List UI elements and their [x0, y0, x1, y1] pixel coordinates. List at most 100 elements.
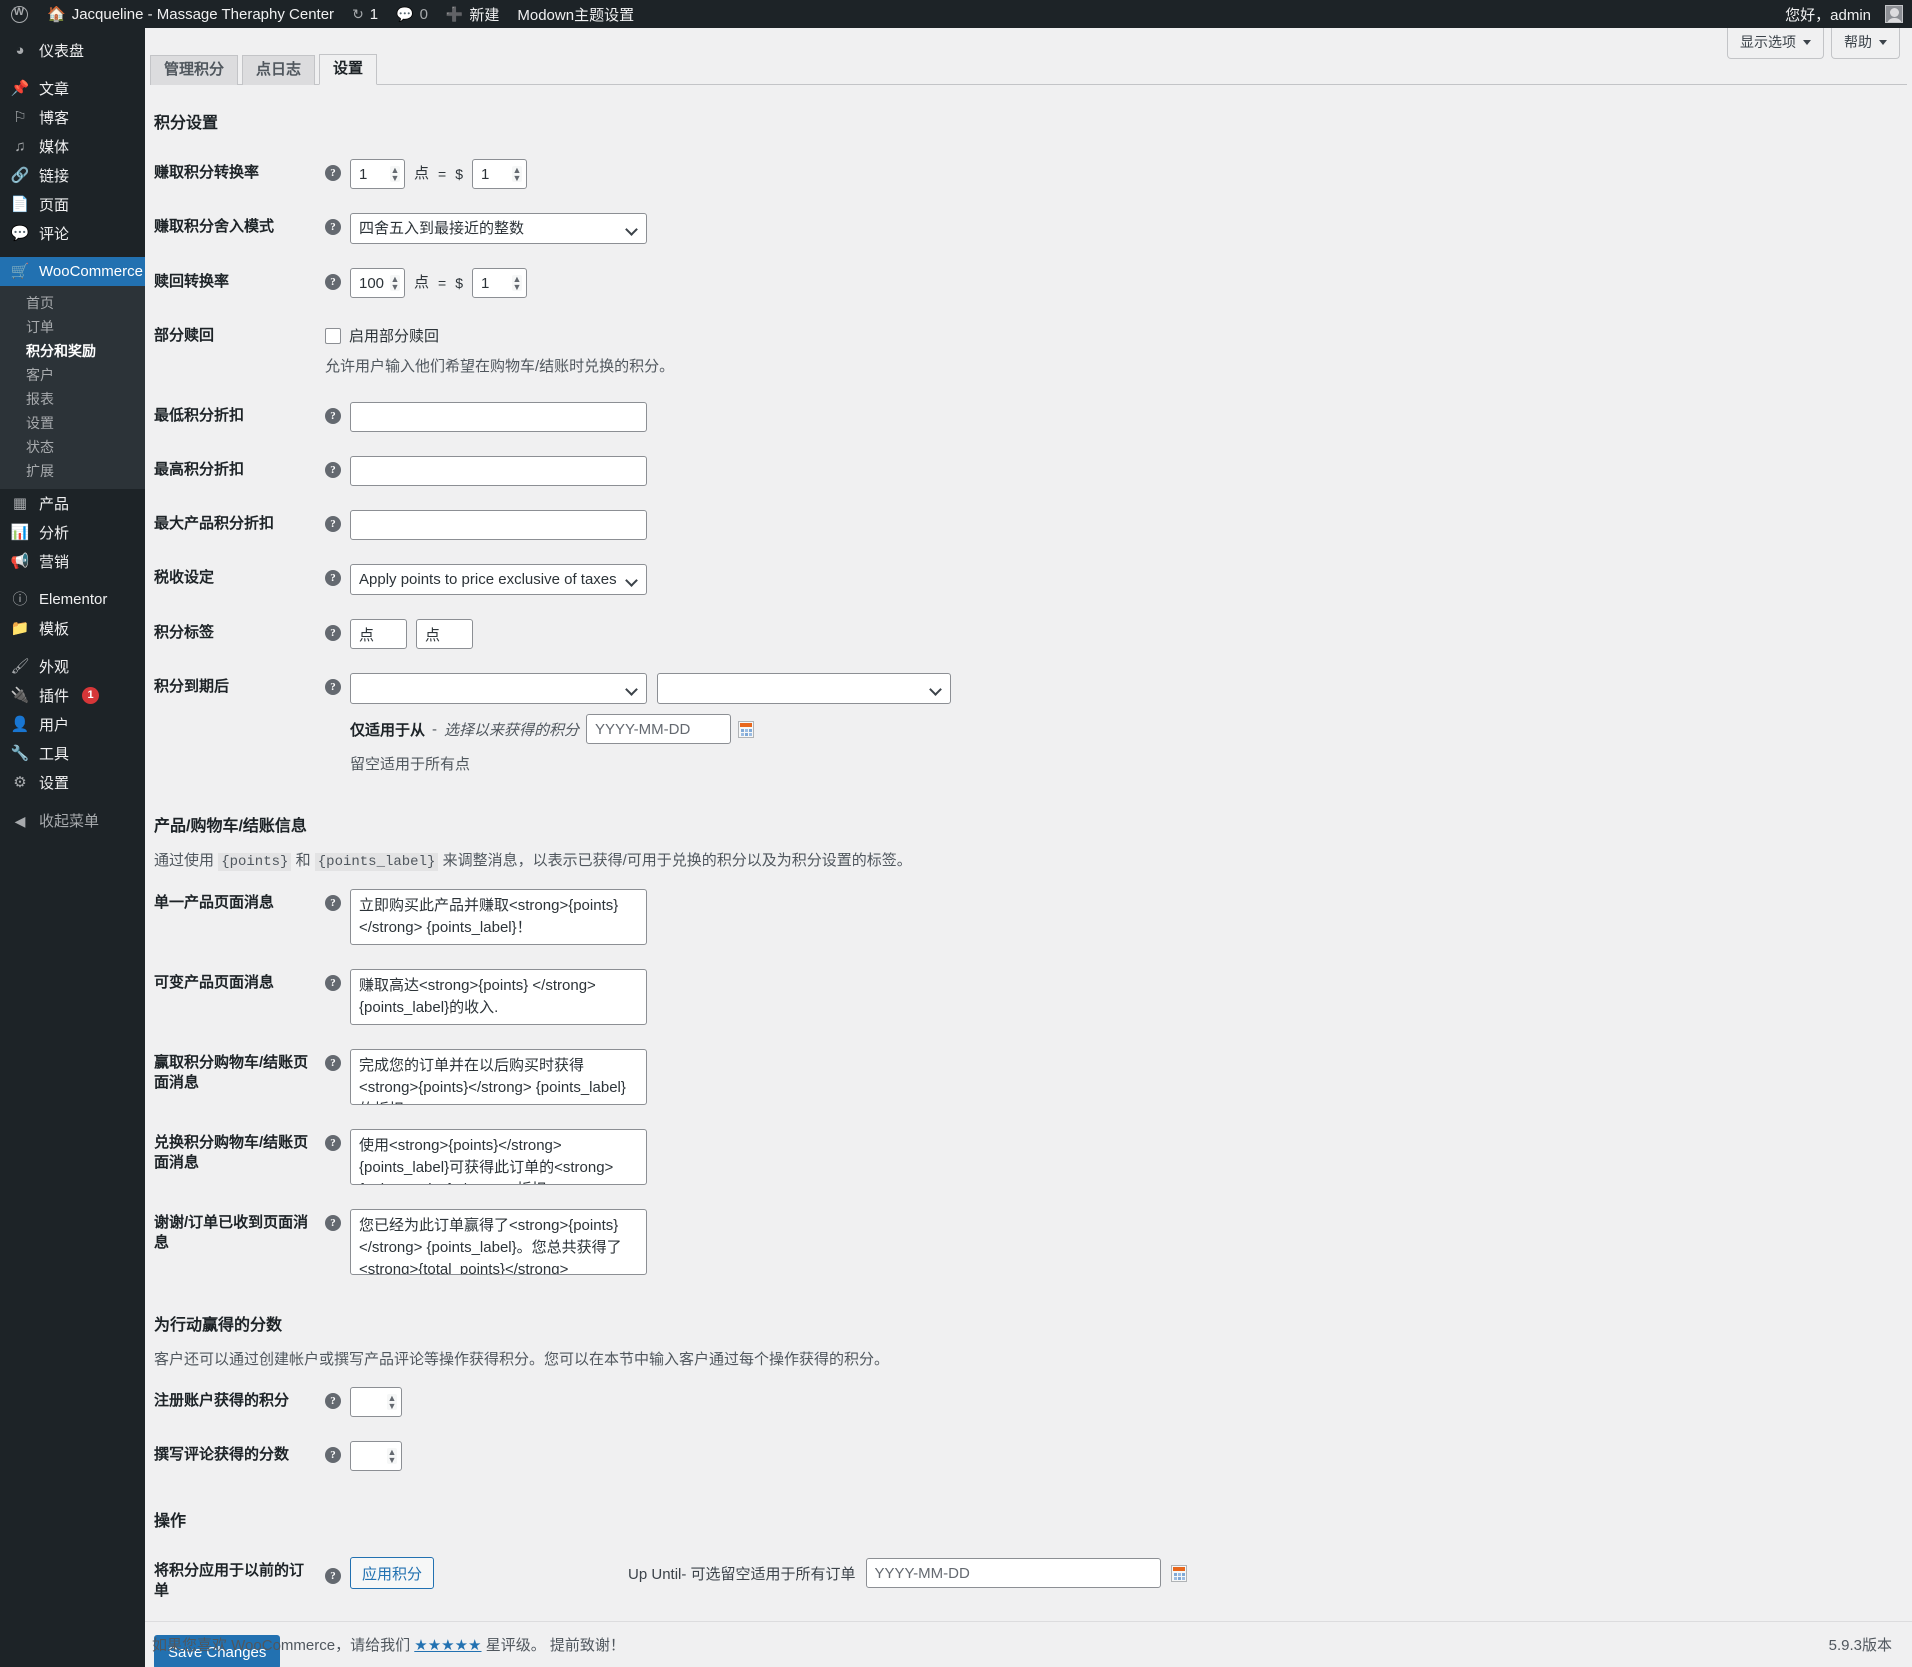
sidebar-item-plugins[interactable]: 🔌 插件 1 [0, 681, 145, 710]
signup-points-input[interactable] [350, 1387, 402, 1417]
tax-setting-select-wrap: Apply points to price exclusive of taxes… [350, 564, 647, 595]
partial-redemption-checkbox-label: 启用部分赎回 [349, 328, 440, 345]
sidebar-item-products[interactable]: ▦ 产品 [0, 489, 145, 518]
help-tip-icon[interactable]: ? [325, 975, 341, 991]
help-tip-icon[interactable]: ? [325, 462, 341, 478]
submenu-item-extensions[interactable]: 扩展 [0, 459, 145, 483]
help-tip-icon[interactable]: ? [325, 570, 341, 586]
help-tip-icon[interactable]: ? [325, 1393, 341, 1409]
max-discount-input[interactable] [350, 456, 647, 486]
redeem-amount-stepper[interactable]: ▲▼ [472, 268, 527, 298]
partial-redemption-checkbox[interactable] [325, 327, 341, 344]
earn-cart-message-textarea[interactable]: 完成您的订单并在以后购买时获得<strong>{points}</strong>… [350, 1049, 647, 1105]
sidebar-item-marketing[interactable]: 📢 营销 [0, 547, 145, 576]
sidebar-item-media[interactable]: ♫ 媒体 [0, 132, 145, 161]
help-tip-icon[interactable]: ? [325, 625, 341, 641]
form-row-max-product-discount: 最大产品积分折扣 ? [150, 498, 1850, 552]
help-tip-icon[interactable]: ? [325, 679, 341, 695]
submenu-item-status[interactable]: 状态 [0, 435, 145, 459]
theme-settings-link[interactable]: Modown主题设置 [508, 0, 643, 28]
tax-setting-select[interactable]: Apply points to price exclusive of taxes… [350, 564, 647, 595]
min-discount-input[interactable] [350, 402, 647, 432]
help-tip-icon[interactable]: ? [325, 165, 341, 181]
site-name-link[interactable]: 🏠 Jacqueline - Massage Theraphy Center [38, 0, 343, 28]
sidebar-item-posts[interactable]: 📌 文章 [0, 74, 145, 103]
up-until-date-input[interactable] [865, 1558, 1161, 1588]
form-row-tax-setting: 税收设定 ? Apply points to price exclusive o… [150, 552, 1850, 607]
plus-icon: ➕ [445, 6, 464, 22]
sidebar-item-analytics[interactable]: 📊 分析 [0, 518, 145, 547]
single-product-message-textarea[interactable]: 立即购买此产品并赚取<strong>{points}</strong> {poi… [350, 889, 647, 945]
points-label-plural-input[interactable] [416, 619, 473, 649]
sidebar-item-blog[interactable]: ⚐ 博客 [0, 103, 145, 132]
wordpress-logo-button[interactable] [0, 0, 38, 28]
sidebar-item-dashboard[interactable]: ◕ 仪表盘 [0, 36, 145, 65]
submenu-item-settings[interactable]: 设置 [0, 411, 145, 435]
tab-manage-points[interactable]: 管理积分 [150, 55, 239, 85]
submenu-item-orders[interactable]: 订单 [0, 315, 145, 339]
redeem-cart-message-textarea[interactable]: 使用<strong>{points}</strong> {points_labe… [350, 1129, 647, 1185]
points-expire-unit-select[interactable] [657, 673, 951, 704]
account-menu[interactable]: 您好，admin [1776, 0, 1912, 28]
users-icon: 👤 [10, 716, 30, 733]
sidebar-item-appearance[interactable]: 🖌 外观 [0, 652, 145, 681]
apply-points-button[interactable]: 应用积分 [350, 1557, 435, 1589]
apply-from-prefix: 仅适用于从 [350, 721, 426, 739]
sidebar-item-templates[interactable]: 📁 模板 [0, 614, 145, 643]
redeem-amount-input[interactable] [472, 268, 527, 298]
comments-link[interactable]: 💬 0 [387, 0, 437, 28]
sidebar-item-tools[interactable]: 🔧 工具 [0, 739, 145, 768]
label-review-points: 撰写评论获得的分数 [154, 1446, 290, 1463]
plugins-icon: 🔌 [10, 687, 30, 704]
max-product-discount-input[interactable] [350, 510, 647, 540]
operations-section-heading: 操作 [154, 1513, 187, 1530]
points-expire-date-input[interactable] [586, 714, 732, 744]
redeem-points-input[interactable] [350, 268, 405, 298]
site-name-label: Jacqueline - Massage Theraphy Center [71, 5, 335, 23]
footer-stars-link[interactable]: ★★★★★ [414, 1637, 481, 1654]
form-row-single-product-message: 单一产品页面消息 ? 立即购买此产品并赚取<strong>{points}</s… [150, 877, 1850, 957]
screen-options-label: 显示选项 [1740, 34, 1796, 50]
redeem-points-stepper[interactable]: ▲▼ [350, 268, 405, 298]
sidebar-item-links[interactable]: 🔗 链接 [0, 161, 145, 190]
calendar-icon[interactable] [738, 720, 755, 738]
help-tip-icon[interactable]: ? [325, 274, 341, 290]
help-tip-icon[interactable]: ? [325, 516, 341, 532]
help-tip-icon[interactable]: ? [325, 1567, 341, 1584]
sidebar-item-comments[interactable]: 💬 评论 [0, 219, 145, 248]
submenu-item-home[interactable]: 首页 [0, 291, 145, 315]
variable-product-message-textarea[interactable]: 赚取高达<strong>{points} </strong> {points_l… [350, 969, 647, 1025]
sidebar-item-woocommerce[interactable]: 🛒 WooCommerce [0, 257, 153, 286]
earn-amount-input[interactable] [472, 159, 527, 189]
calendar-icon[interactable] [1170, 1564, 1187, 1582]
help-tip-icon[interactable]: ? [325, 219, 341, 235]
sidebar-item-collapse-menu[interactable]: ◀ 收起菜单 [0, 806, 145, 835]
sidebar-item-users[interactable]: 👤 用户 [0, 710, 145, 739]
sidebar-item-elementor[interactable]: ⓘ Elementor [0, 585, 145, 614]
submenu-item-customers[interactable]: 客户 [0, 363, 145, 387]
earn-rounding-select[interactable]: 四舍五入到最接近的整数 [350, 213, 647, 244]
sidebar-item-settings[interactable]: ⚙ 设置 [0, 768, 145, 797]
submenu-item-reports[interactable]: 报表 [0, 387, 145, 411]
help-tip-icon[interactable]: ? [325, 1055, 341, 1071]
signup-points-stepper[interactable]: ▲ ▼ [350, 1387, 402, 1417]
earn-points-stepper[interactable]: ▲▼ [350, 159, 405, 189]
help-tip-icon[interactable]: ? [325, 895, 341, 911]
help-tip-icon[interactable]: ? [325, 1215, 341, 1231]
help-tip-icon[interactable]: ? [325, 1447, 341, 1463]
help-tip-icon[interactable]: ? [325, 1135, 341, 1151]
earn-amount-stepper[interactable]: ▲▼ [472, 159, 527, 189]
tab-settings[interactable]: 设置 [319, 54, 378, 85]
sidebar-item-pages[interactable]: 📄 页面 [0, 190, 145, 219]
thank-you-message-textarea[interactable]: 您已经为此订单赢得了<strong>{points}</strong> {poi… [350, 1209, 647, 1275]
review-points-input[interactable] [350, 1441, 402, 1471]
new-content-button[interactable]: ➕ 新建 [437, 0, 508, 28]
updates-link[interactable]: ↻ 1 [343, 0, 387, 28]
tab-points-log[interactable]: 点日志 [242, 55, 316, 85]
points-label-singular-input[interactable] [350, 619, 407, 649]
points-expire-number-select[interactable] [350, 673, 647, 704]
help-tip-icon[interactable]: ? [325, 408, 341, 424]
submenu-item-points-rewards[interactable]: 积分和奖励 [0, 339, 145, 363]
earn-points-input[interactable] [350, 159, 405, 189]
review-points-stepper[interactable]: ▲ ▼ [350, 1441, 402, 1471]
